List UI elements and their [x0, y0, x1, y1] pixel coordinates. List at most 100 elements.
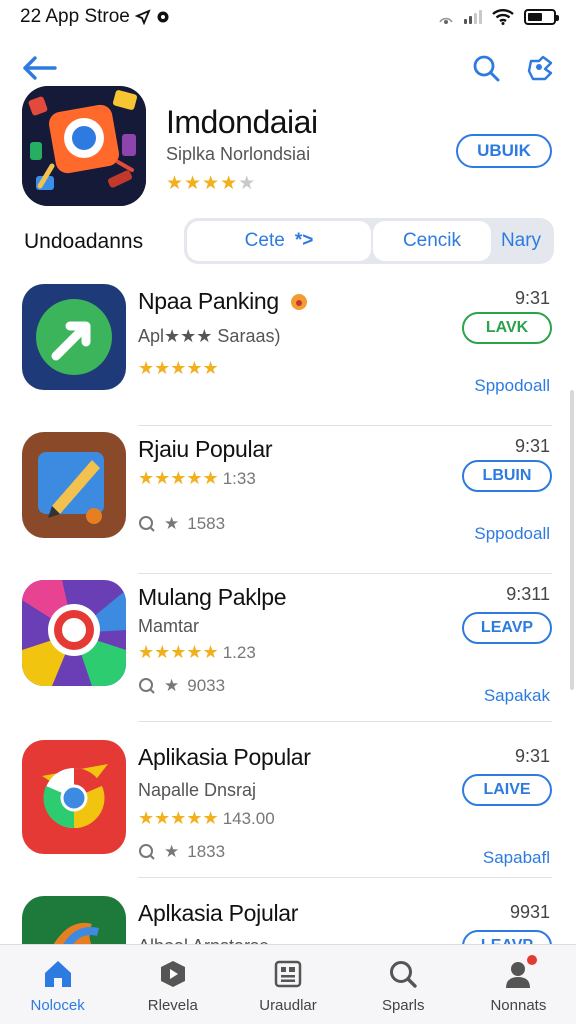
fire-icon [291, 294, 307, 310]
item-icon [22, 580, 126, 686]
item-get-button[interactable]: LAIVE [462, 774, 552, 806]
app-rating: ★ ★ ★ ★ ★ [166, 172, 255, 195]
item-title: Npaa Panking [138, 288, 309, 315]
list-item[interactable]: Rjaiu Popular ★★★★★ 1:33 ★ 1583 9:31 LBU… [0, 426, 576, 574]
app-list: Npaa Panking Apl★★★ Saraas) ★★★★★ 9:31 L… [0, 278, 576, 968]
app-title: Imdondaiai [166, 104, 318, 140]
back-button[interactable] [18, 48, 60, 88]
item-rating: ★★★★★ 1:33 [138, 468, 256, 489]
item-time: 9:31 [514, 746, 550, 766]
section-title: Undoadanns [24, 230, 144, 253]
segment-label: Cete [244, 230, 285, 251]
pencil-app-icon [22, 432, 126, 538]
item-meta: ★ 1833 [138, 842, 225, 862]
rating-count: 1.23 [222, 642, 256, 662]
item-get-button[interactable]: LBUIN [462, 460, 552, 492]
star-icon: ★ [166, 173, 184, 194]
search-icon [139, 516, 155, 532]
meta-value: 1833 [187, 842, 226, 861]
home-icon [41, 957, 75, 991]
segment-cencik[interactable]: Cencik [373, 221, 491, 261]
item-rating: ★★★★★ 143.00 [138, 808, 275, 829]
item-rating: ★★★★★ [138, 358, 219, 379]
search-icon [473, 55, 500, 82]
rating-count: 1:33 [222, 468, 256, 488]
item-link[interactable]: Sppodoall [474, 376, 550, 396]
item-get-button[interactable]: LAVK [462, 312, 552, 344]
tab-home[interactable]: Nolocek [0, 945, 115, 1024]
app-icon[interactable] [22, 86, 146, 206]
search-button[interactable] [466, 48, 506, 88]
item-subtitle: Napalle Dnsraj [138, 780, 257, 800]
tab-games[interactable]: Rlevela [115, 945, 230, 1024]
segmented-control: Cete *> Cencik Nary [184, 218, 554, 264]
star-icon: ★ [184, 173, 202, 194]
tab-label: Sparls [381, 997, 425, 1014]
tab-label: Nolocek [30, 997, 85, 1014]
grid-icon [271, 957, 305, 991]
item-link[interactable]: Sapabafl [483, 848, 550, 868]
item-subtitle: Apl★★★ Saraas) [138, 326, 281, 346]
item-icon [22, 284, 126, 390]
item-time: 9:31 [514, 436, 550, 456]
app-header: Imdondaiai Siplka Norlondsiai ★ ★ ★ ★ ★ … [0, 86, 576, 210]
item-time: 9:311 [506, 584, 550, 604]
status-text: 22 App Stroe [20, 6, 130, 27]
rating-count: 143.00 [222, 808, 275, 828]
status-right [438, 9, 559, 25]
item-link[interactable]: Sapakak [484, 686, 550, 706]
item-title: Aplkasia Pojular [138, 900, 299, 926]
item-link[interactable]: Sppodoall [474, 524, 550, 544]
chrome-app-icon [22, 740, 126, 854]
wheel-app-icon [22, 580, 126, 686]
star-icon: ★ [164, 676, 180, 695]
scrollbar[interactable] [570, 390, 574, 690]
stars: ★★★★★ [138, 642, 219, 662]
item-icon [22, 740, 126, 854]
get-button[interactable]: UBUIK [456, 134, 552, 168]
star-icon: ★ [202, 173, 220, 194]
item-time: 9931 [509, 902, 550, 922]
list-item[interactable]: Npaa Panking Apl★★★ Saraas) ★★★★★ 9:31 L… [0, 278, 576, 426]
notification-badge [526, 955, 537, 965]
location-arrow-icon [134, 9, 151, 25]
item-icon [22, 432, 126, 538]
item-subtitle: Mamtar [138, 616, 200, 636]
stars: ★★★★★ [138, 468, 219, 488]
tab-label: Uraudlar [259, 997, 317, 1014]
app-icon-graphic [22, 86, 146, 206]
search-icon [139, 678, 155, 694]
tab-bar: Nolocek Rlevela Uraudlar Sparls Nonnats [0, 944, 576, 1024]
status-bar: 22 App Stroe [0, 0, 576, 34]
list-item[interactable]: Aplikasia Popular Napalle Dnsraj ★★★★★ 1… [0, 722, 576, 878]
item-meta: ★ 9033 [138, 676, 225, 696]
list-item[interactable]: Mulang Paklpe Mamtar ★★★★★ 1.23 ★ 9033 9… [0, 574, 576, 722]
tab-apps[interactable]: Uraudlar [230, 945, 345, 1024]
tab-search[interactable]: Sparls [346, 945, 461, 1024]
share-button[interactable] [520, 48, 560, 88]
arrow-app-icon [22, 284, 126, 390]
meta-value: 1583 [187, 514, 226, 533]
hotspot-icon [439, 17, 453, 24]
segment-suffix: *> [294, 230, 314, 251]
star-icon: ★ [164, 514, 180, 533]
search-icon [139, 844, 155, 860]
stars: ★★★★★ [138, 358, 219, 378]
segment-cete[interactable]: Cete *> [187, 221, 371, 261]
star-icon: ★ [220, 173, 238, 194]
tab-account[interactable]: Nonnats [461, 945, 576, 1024]
focus-icon [157, 11, 169, 23]
stars: ★★★★★ [138, 808, 219, 828]
battery-icon [524, 9, 559, 25]
share-icon [527, 55, 553, 81]
status-left: 22 App Stroe [20, 6, 170, 28]
segment-nary[interactable]: Nary [491, 221, 551, 261]
tab-label: Rlevela [147, 997, 198, 1014]
tab-label: Nonnats [490, 997, 547, 1014]
item-meta: ★ 1583 [138, 514, 225, 534]
item-time: 9:31 [514, 288, 550, 308]
search-icon [386, 957, 420, 991]
star-icon: ★ [164, 842, 180, 861]
item-get-button[interactable]: LEAVP [462, 612, 552, 644]
item-rating: ★★★★★ 1.23 [138, 642, 256, 663]
